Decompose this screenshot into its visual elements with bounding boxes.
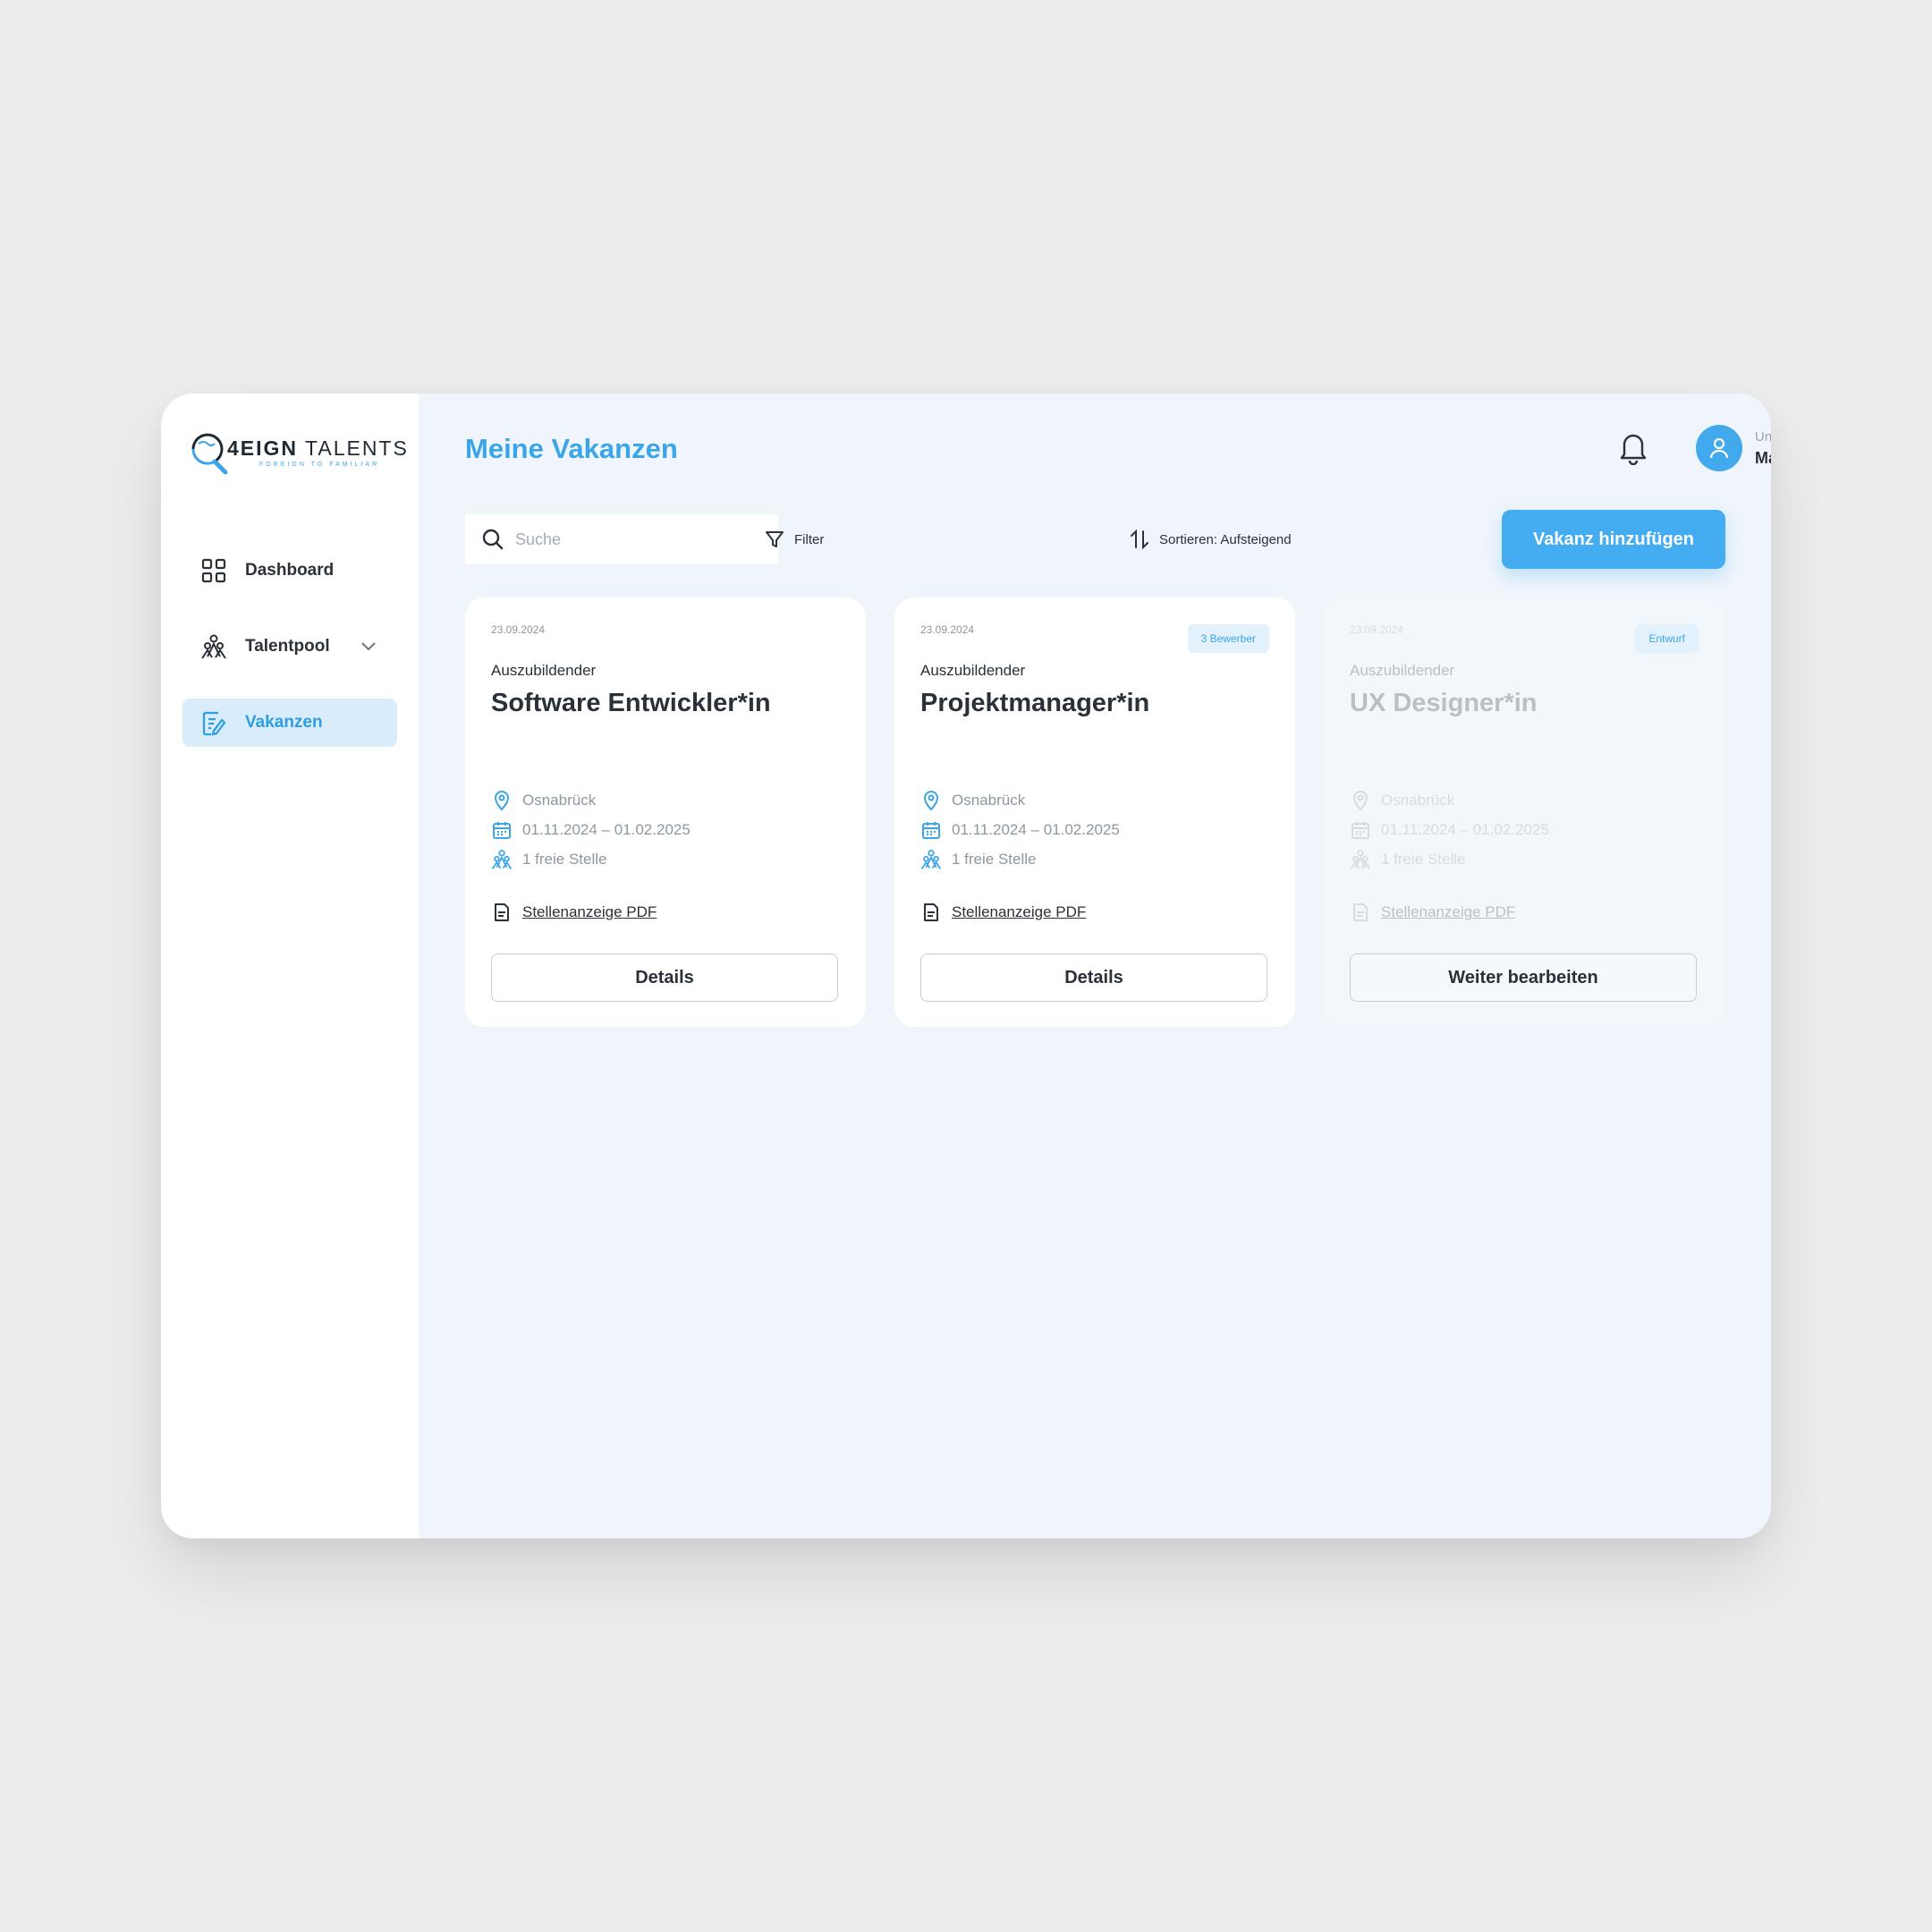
document-icon <box>920 902 942 923</box>
card-title: Software Entwickler*in <box>491 689 771 717</box>
sidebar-item-label: Vakanzen <box>245 713 323 732</box>
location-pin-icon <box>1350 790 1371 811</box>
sidebar-item-label: Dashboard <box>245 561 335 580</box>
document-icon <box>491 902 513 923</box>
details-button[interactable]: Details <box>920 953 1267 1002</box>
card-location: Osnabrück <box>1350 790 1454 811</box>
calendar-icon <box>491 819 513 841</box>
card-period: 01.11.2024 – 01.02.2025 <box>920 819 1120 841</box>
card-positions: 1 freie Stelle <box>1350 849 1466 870</box>
document-icon <box>1350 902 1371 923</box>
sidebar: 4EIGN TALENTS FOREIGN TO FAMILIAR Dashbo… <box>161 394 419 1538</box>
sidebar-item-talentpool[interactable]: Talentpool <box>182 623 397 671</box>
vacancy-card: 23.09.2024 Auszubildender Software Entwi… <box>465 597 866 1027</box>
draft-badge: Entwurf <box>1635 624 1699 653</box>
avatar[interactable] <box>1696 425 1742 471</box>
people-icon <box>200 633 227 660</box>
card-date: 23.09.2024 <box>491 623 546 636</box>
logo[interactable]: 4EIGN TALENTS FOREIGN TO FAMILIAR <box>188 429 407 483</box>
sidebar-item-dashboard[interactable]: Dashboard <box>182 547 397 595</box>
user-icon <box>1709 437 1729 459</box>
people-icon <box>920 849 942 870</box>
calendar-icon <box>920 819 942 841</box>
sort-label: Sortieren: Aufsteigend <box>1159 531 1292 547</box>
user-name[interactable]: Max Mustermann <box>1755 449 1771 468</box>
edit-document-icon <box>200 709 227 736</box>
bell-icon[interactable] <box>1617 429 1649 465</box>
search-box <box>465 514 778 564</box>
card-title: Projektmanager*in <box>920 689 1150 717</box>
grid-icon <box>200 557 227 584</box>
continue-editing-button[interactable]: Weiter bearbeiten <box>1350 953 1697 1002</box>
brand-tagline: FOREIGN TO FAMILIAR <box>259 462 380 468</box>
card-location: Osnabrück <box>491 790 596 811</box>
card-period: 01.11.2024 – 01.02.2025 <box>491 819 691 841</box>
vacancy-card-draft: 23.09.2024 Entwurf Auszubildender UX Des… <box>1324 597 1724 1027</box>
card-date: 23.09.2024 <box>920 623 975 636</box>
filter-icon <box>764 529 785 550</box>
applicants-badge: 3 Bewerber <box>1187 624 1269 653</box>
sidebar-item-label: Talentpool <box>245 637 330 656</box>
main-content: Meine Vakanzen Unternehmen GmbH Max Must… <box>419 394 1771 1538</box>
card-positions: 1 freie Stelle <box>491 849 607 870</box>
pdf-link[interactable]: Stellenanzeige PDF <box>920 902 1086 923</box>
card-type: Auszubildender <box>1350 662 1455 679</box>
filter-label: Filter <box>794 531 825 547</box>
vacancy-card: 23.09.2024 3 Bewerber Auszubildender Pro… <box>894 597 1295 1027</box>
card-location: Osnabrück <box>920 790 1025 811</box>
chevron-down-icon[interactable] <box>360 637 377 655</box>
app-window: 4EIGN TALENTS FOREIGN TO FAMILIAR Dashbo… <box>161 394 1771 1538</box>
brand-name: 4EIGN TALENTS <box>227 436 409 460</box>
card-type: Auszubildender <box>491 662 597 679</box>
user-company: Unternehmen GmbH <box>1755 429 1771 445</box>
add-vacancy-button[interactable]: Vakanz hinzufügen <box>1502 510 1725 569</box>
pdf-link[interactable]: Stellenanzeige PDF <box>1350 902 1515 923</box>
search-icon <box>481 528 504 551</box>
filter-button[interactable]: Filter <box>764 523 824 555</box>
card-title: UX Designer*in <box>1350 689 1538 717</box>
card-period: 01.11.2024 – 01.02.2025 <box>1350 819 1549 841</box>
location-pin-icon <box>491 790 513 811</box>
details-button[interactable]: Details <box>491 953 838 1002</box>
search-input[interactable] <box>513 529 758 550</box>
pdf-link[interactable]: Stellenanzeige PDF <box>491 902 657 923</box>
calendar-icon <box>1350 819 1371 841</box>
card-type: Auszubildender <box>920 662 1026 679</box>
sort-button[interactable]: Sortieren: Aufsteigend <box>1129 523 1292 555</box>
people-icon <box>1350 849 1371 870</box>
sidebar-item-vakanzen[interactable]: Vakanzen <box>182 699 397 747</box>
magnifier-globe-icon <box>191 433 228 475</box>
sort-icon <box>1129 529 1150 550</box>
page-title: Meine Vakanzen <box>465 433 678 464</box>
location-pin-icon <box>920 790 942 811</box>
people-icon <box>491 849 513 870</box>
card-date: 23.09.2024 <box>1350 623 1404 636</box>
card-positions: 1 freie Stelle <box>920 849 1037 870</box>
